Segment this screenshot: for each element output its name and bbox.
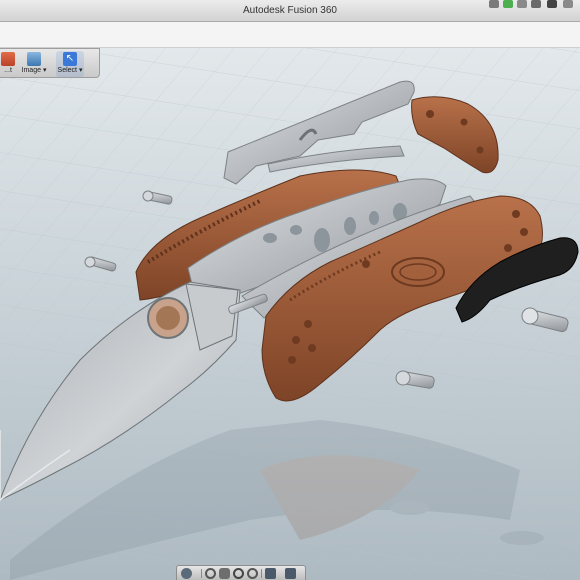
- window-title: Autodesk Fusion 360: [243, 5, 337, 16]
- title-bar: Autodesk Fusion 360: [0, 0, 580, 22]
- pan-hand-icon[interactable]: [219, 568, 230, 579]
- select-arrow-icon: ↖: [63, 52, 77, 66]
- image-icon: [27, 52, 41, 66]
- fusion-window: Autodesk Fusion 360 ...t Image ▾ ↖ Selec…: [0, 0, 580, 580]
- exploded-knife-model: [0, 48, 580, 580]
- menu-strip: [0, 22, 580, 48]
- image-tool-button[interactable]: Image ▾: [20, 51, 48, 77]
- toolbar: ...t Image ▾ ↖ Select ▾: [0, 48, 100, 78]
- zoom-icon[interactable]: [233, 568, 244, 579]
- inspect-tool-button[interactable]: ...t: [0, 51, 22, 77]
- image-tool-label: Image ▾: [21, 67, 47, 74]
- nav-separator: [261, 569, 262, 578]
- grid-settings-icon[interactable]: [285, 568, 296, 579]
- select-tool-button[interactable]: ↖ Select ▾: [56, 51, 84, 77]
- move-icon[interactable]: [181, 568, 192, 579]
- nav-separator: [201, 569, 202, 578]
- select-tool-label: Select ▾: [57, 67, 83, 74]
- fit-icon[interactable]: [247, 568, 258, 579]
- navigation-bar: [176, 565, 306, 580]
- display-settings-icon[interactable]: [265, 568, 276, 579]
- 3d-viewport[interactable]: [0, 48, 580, 580]
- inspect-tool-label: ...t: [4, 67, 12, 74]
- orbit-icon[interactable]: [205, 568, 216, 579]
- inspect-icon: [1, 52, 15, 66]
